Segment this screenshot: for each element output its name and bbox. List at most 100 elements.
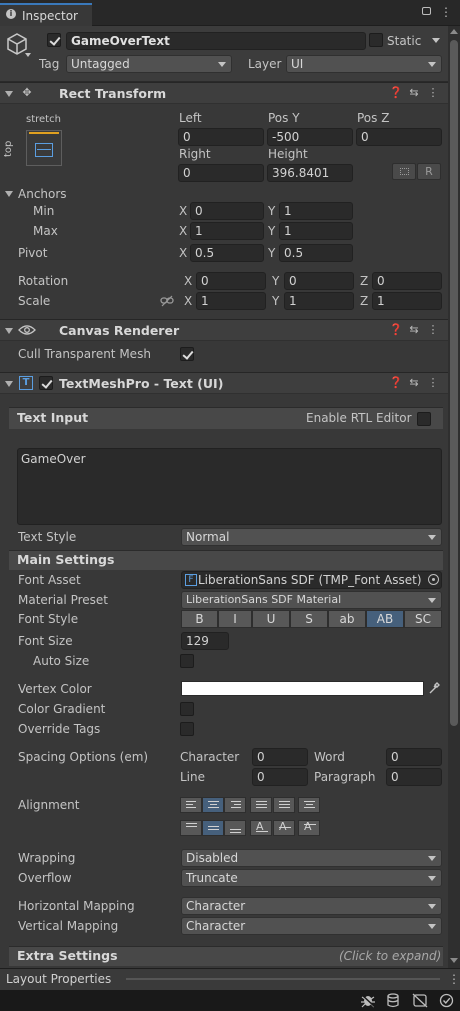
static-checkbox[interactable] (369, 33, 383, 47)
extra-settings-section[interactable]: Extra Settings (Click to expand) (9, 946, 443, 966)
color-gradient-checkbox[interactable] (180, 702, 194, 716)
pos-z-field[interactable]: 0 (356, 128, 442, 146)
help-icon[interactable]: ❓ (389, 376, 403, 390)
align-left-icon[interactable] (180, 797, 202, 813)
rot-x-field[interactable]: 0 (196, 272, 266, 290)
material-preset-dropdown[interactable]: LiberationSans SDF Material (181, 591, 442, 609)
min-y-field[interactable]: 1 (279, 202, 353, 220)
scroll-up-icon[interactable] (450, 29, 458, 34)
component-menu-icon[interactable]: ⋮ (426, 376, 440, 390)
presets-icon[interactable]: ⇆ (407, 376, 421, 390)
align-middle-icon[interactable] (202, 820, 224, 836)
horizontal-mapping-value: Character (186, 899, 246, 913)
lock-icon[interactable] (422, 7, 431, 15)
canvas-renderer-header[interactable]: Canvas Renderer ❓ ⇆ ⋮ (0, 319, 448, 341)
auto-size-checkbox[interactable] (180, 654, 194, 668)
icon-dropdown-icon[interactable] (25, 53, 31, 57)
pivot-x-field[interactable]: 0.5 (190, 244, 264, 262)
tag-dropdown[interactable]: Untagged (66, 55, 232, 73)
anchors-foldout-icon[interactable] (5, 191, 13, 197)
font-style-strike-button[interactable]: S (290, 610, 328, 628)
presets-icon[interactable]: ⇆ (407, 323, 421, 337)
object-name-field[interactable]: GameOverText (66, 32, 366, 50)
align-flush-icon[interactable] (273, 797, 295, 813)
font-style-italic-button[interactable]: I (218, 610, 252, 628)
cull-transparent-checkbox[interactable] (180, 347, 194, 361)
font-style-uppercase-button[interactable]: AB (366, 610, 404, 628)
font-size-field[interactable]: 129 (181, 632, 229, 650)
help-icon[interactable]: ❓ (389, 86, 403, 100)
max-x-field[interactable]: 1 (190, 222, 264, 240)
inspector-tab[interactable]: i Inspector (0, 3, 92, 26)
layout-properties-bar[interactable]: Layout Properties ⋮ (0, 968, 460, 990)
override-tags-checkbox[interactable] (180, 722, 194, 736)
align-baseline-icon[interactable]: A (250, 820, 272, 836)
vertex-color-swatch[interactable] (181, 681, 424, 696)
presets-icon[interactable]: ⇆ (407, 86, 421, 100)
scale-x-field[interactable]: 1 (196, 292, 266, 310)
wrapping-dropdown[interactable]: Disabled (181, 849, 442, 867)
font-style-bold-button[interactable]: B (181, 610, 218, 628)
foldout-icon[interactable] (5, 328, 13, 334)
min-x-field[interactable]: 0 (190, 202, 264, 220)
tmp-header[interactable]: T TextMeshPro - Text (UI) ❓ ⇆ ⋮ (0, 372, 448, 394)
font-style-smallcaps-button[interactable]: SC (404, 610, 442, 628)
left-field[interactable]: 0 (178, 128, 264, 146)
paragraph-spacing-field[interactable]: 0 (386, 768, 442, 786)
foldout-icon[interactable] (5, 91, 13, 97)
height-field[interactable]: 396.8401 (267, 164, 353, 182)
rect-transform-header[interactable]: ✥ Rect Transform ❓ ⇆ ⋮ (0, 82, 448, 104)
align-midline-icon[interactable]: A (273, 820, 295, 836)
layer-dropdown[interactable]: UI (286, 55, 442, 73)
text-style-dropdown[interactable]: Normal (181, 528, 442, 546)
tmp-enabled-checkbox[interactable] (39, 376, 53, 390)
debug-toggle-icon[interactable] (412, 993, 428, 1008)
blueprint-mode-button[interactable] (392, 163, 416, 180)
font-asset-field[interactable]: F LiberationSans SDF (TMP_Font Asset) (181, 571, 442, 589)
overflow-dropdown[interactable]: Truncate (181, 869, 442, 887)
component-menu-icon[interactable]: ⋮ (426, 86, 440, 100)
text-input-area[interactable]: GameOver (17, 448, 442, 525)
word-spacing-field[interactable]: 0 (386, 748, 442, 766)
align-capline-icon[interactable]: A (298, 820, 320, 836)
align-geometry-icon[interactable] (298, 797, 320, 813)
align-top-icon[interactable] (180, 820, 202, 836)
foldout-icon[interactable] (5, 381, 13, 387)
max-y-field[interactable]: 1 (279, 222, 353, 240)
check-circle-icon[interactable] (439, 993, 454, 1008)
character-spacing-field[interactable]: 0 (252, 748, 308, 766)
bug-icon[interactable] (360, 993, 376, 1008)
line-spacing-field[interactable]: 0 (252, 768, 308, 786)
scale-z-field[interactable]: 1 (372, 292, 442, 310)
align-center-icon[interactable] (202, 797, 224, 813)
static-dropdown-icon[interactable] (432, 38, 440, 43)
help-icon[interactable]: ❓ (389, 323, 403, 337)
align-right-icon[interactable] (224, 797, 246, 813)
tab-menu-icon[interactable]: ⋮ (440, 5, 454, 19)
eyedropper-icon[interactable] (428, 682, 440, 695)
horizontal-mapping-dropdown[interactable]: Character (181, 897, 442, 915)
anchor-preset-button[interactable] (26, 130, 62, 166)
scroll-down-icon[interactable] (450, 958, 458, 963)
scale-y-field[interactable]: 1 (284, 292, 354, 310)
right-field[interactable]: 0 (178, 164, 264, 182)
scrollbar-thumb[interactable] (450, 40, 458, 726)
rtl-checkbox[interactable] (417, 412, 431, 426)
vertical-mapping-dropdown[interactable]: Character (181, 917, 442, 935)
font-style-underline-button[interactable]: U (252, 610, 290, 628)
rot-z-field[interactable]: 0 (372, 272, 442, 290)
pos-y-field[interactable]: -500 (267, 128, 353, 146)
raw-edit-button[interactable]: R (417, 163, 441, 180)
database-icon[interactable] (386, 993, 400, 1008)
link-icon[interactable] (160, 295, 174, 307)
active-checkbox[interactable] (47, 33, 61, 47)
pivot-y-field[interactable]: 0.5 (279, 244, 353, 262)
align-justified-icon[interactable] (250, 797, 272, 813)
scrollbar[interactable] (448, 26, 460, 968)
object-picker-icon[interactable] (428, 574, 439, 585)
align-bottom-icon[interactable] (224, 820, 246, 836)
layout-menu-icon[interactable]: ⋮ (448, 972, 460, 986)
rot-y-field[interactable]: 0 (284, 272, 354, 290)
component-menu-icon[interactable]: ⋮ (426, 323, 440, 337)
font-style-lowercase-button[interactable]: ab (328, 610, 366, 628)
